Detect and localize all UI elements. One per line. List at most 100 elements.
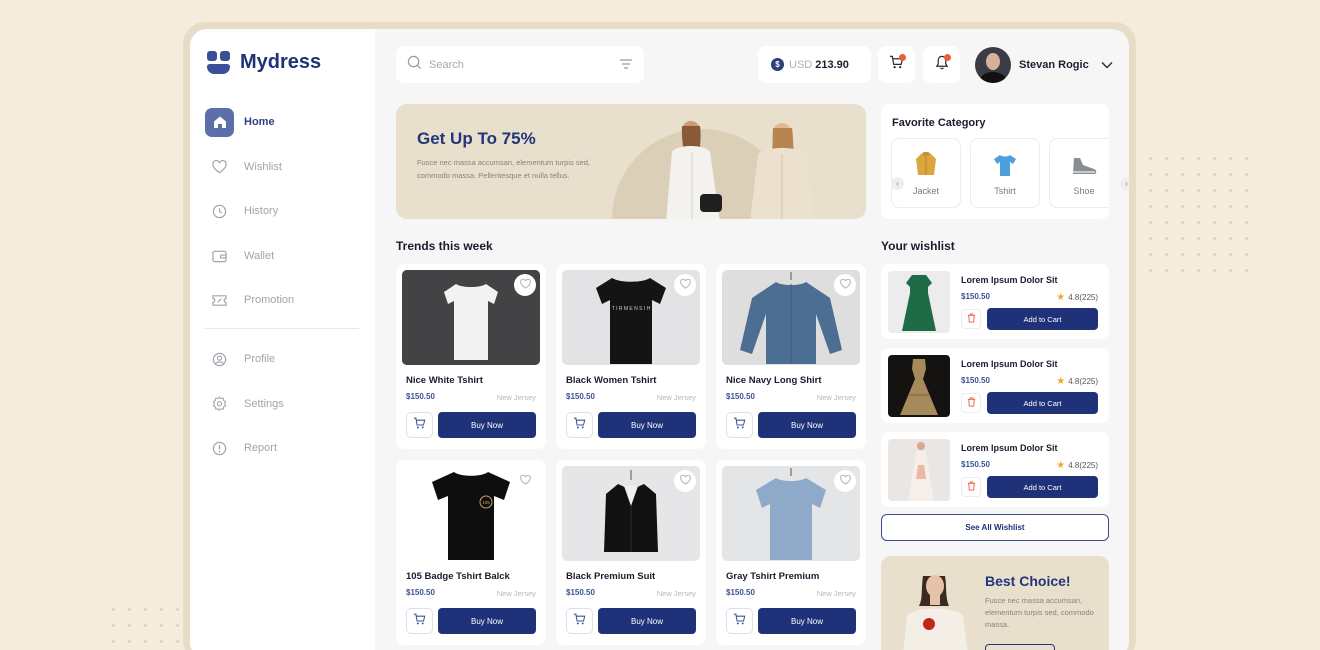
buy-now-button[interactable]: Buy Now: [758, 412, 856, 438]
sidebar-item-label: Wallet: [244, 249, 275, 262]
favorite-heart-button[interactable]: [674, 470, 696, 492]
sidebar-item-home[interactable]: Home: [205, 107, 365, 137]
buy-now-button[interactable]: Buy Now: [758, 608, 856, 634]
favorite-heart-button[interactable]: [834, 470, 856, 492]
add-to-cart-button[interactable]: Add to Cart: [987, 392, 1098, 414]
user-menu[interactable]: Stevan Rogic: [975, 46, 1113, 83]
heart-icon: [205, 152, 234, 181]
remove-wishlist-button[interactable]: [961, 393, 981, 413]
product-card[interactable]: T I R M E N S I H Black Women Tshirt $15…: [556, 264, 706, 449]
buy-now-button[interactable]: Buy Now: [438, 608, 536, 634]
best-choice-banner[interactable]: Best Choice! Fusce nec massa accumsan, e…: [881, 556, 1109, 650]
product-name: Gray Tshirt Premium: [726, 571, 820, 582]
best-choice-title: Best Choice!: [985, 573, 1071, 589]
product-card[interactable]: Nice White Tshirt $150.50 New Jersey Buy…: [396, 264, 546, 449]
sidebar-item-profile[interactable]: Profile: [205, 344, 365, 374]
remove-wishlist-button[interactable]: [961, 477, 981, 497]
notification-button[interactable]: [923, 46, 960, 83]
add-to-cart-button[interactable]: [726, 412, 753, 438]
favorite-heart-button[interactable]: [514, 274, 536, 296]
product-price: $150.50: [406, 588, 435, 597]
sidebar-item-label: Settings: [244, 397, 284, 410]
favorite-heart-button[interactable]: [834, 274, 856, 296]
remove-wishlist-button[interactable]: [961, 309, 981, 329]
product-card[interactable]: 105 105 Badge Tshirt Balck $150.50 New J…: [396, 460, 546, 645]
star-icon: ★: [1056, 292, 1066, 303]
rating-text: 4.8(225): [1068, 293, 1098, 302]
trash-icon: [967, 394, 976, 412]
wishlist-item[interactable]: Lorem Ipsum Dolor Sit $150.50 ★ 4.8(225) …: [881, 264, 1109, 339]
filter-icon[interactable]: [619, 56, 633, 74]
product-card[interactable]: Nice Navy Long Shirt $150.50 New Jersey …: [716, 264, 866, 449]
wishlist-item-name: Lorem Ipsum Dolor Sit: [961, 443, 1058, 453]
buy-now-button[interactable]: Buy Now: [438, 412, 536, 438]
banner-title: Get Up To 75%: [417, 129, 536, 148]
add-to-cart-button[interactable]: [406, 608, 433, 634]
product-card[interactable]: Black Premium Suit $150.50 New Jersey Bu…: [556, 460, 706, 645]
product-card[interactable]: Gray Tshirt Premium $150.50 New Jersey B…: [716, 460, 866, 645]
product-location: New Jersey: [816, 393, 856, 402]
wishlist-item[interactable]: Lorem Ipsum Dolor Sit $150.50 ★ 4.8(225) …: [881, 348, 1109, 423]
product-location: New Jersey: [816, 589, 856, 598]
category-next-button[interactable]: ›: [1120, 177, 1129, 190]
category-jacket[interactable]: Jacket: [891, 138, 961, 208]
favorite-heart-button[interactable]: [674, 274, 696, 296]
heart-icon: [839, 472, 851, 490]
jacket-icon: [915, 151, 937, 182]
logo-icon: [207, 51, 230, 74]
wishlist-item-image[interactable]: [888, 355, 950, 417]
svg-text:T I R M E N S I H: T I R M E N S I H: [612, 306, 651, 312]
add-to-cart-button[interactable]: [726, 608, 753, 634]
sidebar-item-history[interactable]: History: [205, 196, 365, 226]
add-to-cart-button[interactable]: [566, 412, 593, 438]
chevron-right-icon: ›: [1125, 179, 1128, 188]
cart-icon: [413, 416, 426, 434]
app-name: Mydress: [240, 51, 322, 73]
add-to-cart-button[interactable]: [406, 412, 433, 438]
wishlist-item-rating: ★ 4.8(225): [1056, 376, 1098, 387]
see-all-wishlist-button[interactable]: See All Wishlist: [881, 514, 1109, 541]
category-tshirt[interactable]: Tshirt: [970, 138, 1040, 208]
favorite-heart-button[interactable]: [514, 470, 536, 492]
home-icon: [205, 107, 234, 137]
search-bar[interactable]: Search: [396, 46, 644, 83]
heart-icon: [679, 276, 691, 294]
category-prev-button[interactable]: ‹: [891, 177, 904, 190]
wishlist-item[interactable]: Lorem Ipsum Dolor Sit $150.50 ★ 4.8(225) …: [881, 432, 1109, 507]
heart-icon: [679, 472, 691, 490]
gear-icon: [205, 389, 234, 418]
search-input[interactable]: Search: [429, 59, 619, 71]
product-price: $150.50: [566, 588, 595, 597]
user-icon: [205, 345, 234, 374]
chevron-down-icon[interactable]: [1101, 56, 1113, 74]
add-to-cart-button[interactable]: Add to Cart: [987, 308, 1098, 330]
product-location: New Jersey: [656, 589, 696, 598]
add-to-cart-button[interactable]: [566, 608, 593, 634]
logo[interactable]: Mydress: [207, 51, 321, 74]
wishlist-item-price: $150.50: [961, 376, 990, 385]
wishlist-item-image[interactable]: [888, 271, 950, 333]
promo-banner[interactable]: Get Up To 75% Fusce nec massa accumsan, …: [396, 104, 866, 219]
sidebar-item-wallet[interactable]: Wallet: [205, 241, 365, 271]
balance-amount: 213.90: [815, 58, 849, 71]
best-choice-button[interactable]: [985, 644, 1055, 650]
sidebar-item-promotion[interactable]: Promotion: [205, 285, 365, 315]
sidebar-divider: [205, 328, 359, 329]
product-price: $150.50: [726, 588, 755, 597]
sidebar-item-report[interactable]: Report: [205, 433, 365, 463]
wishlist-item-image[interactable]: [888, 439, 950, 501]
add-to-cart-button[interactable]: Add to Cart: [987, 476, 1098, 498]
wishlist-item-rating: ★ 4.8(225): [1056, 460, 1098, 471]
buy-now-button[interactable]: Buy Now: [598, 412, 696, 438]
nav-main: Home Wishlist History Wallet Promotion: [205, 107, 365, 330]
category-shoe[interactable]: Shoe: [1049, 138, 1109, 208]
cart-icon: [573, 416, 586, 434]
buy-now-button[interactable]: Buy Now: [598, 608, 696, 634]
notification-badge: [944, 54, 951, 61]
cart-button[interactable]: [878, 46, 915, 83]
sidebar-item-settings[interactable]: Settings: [205, 389, 365, 419]
ticket-icon: [205, 286, 234, 315]
best-choice-model-image: [903, 575, 968, 650]
sidebar-item-wishlist[interactable]: Wishlist: [205, 152, 365, 182]
balance-display[interactable]: $ USD 213.90: [758, 46, 871, 83]
